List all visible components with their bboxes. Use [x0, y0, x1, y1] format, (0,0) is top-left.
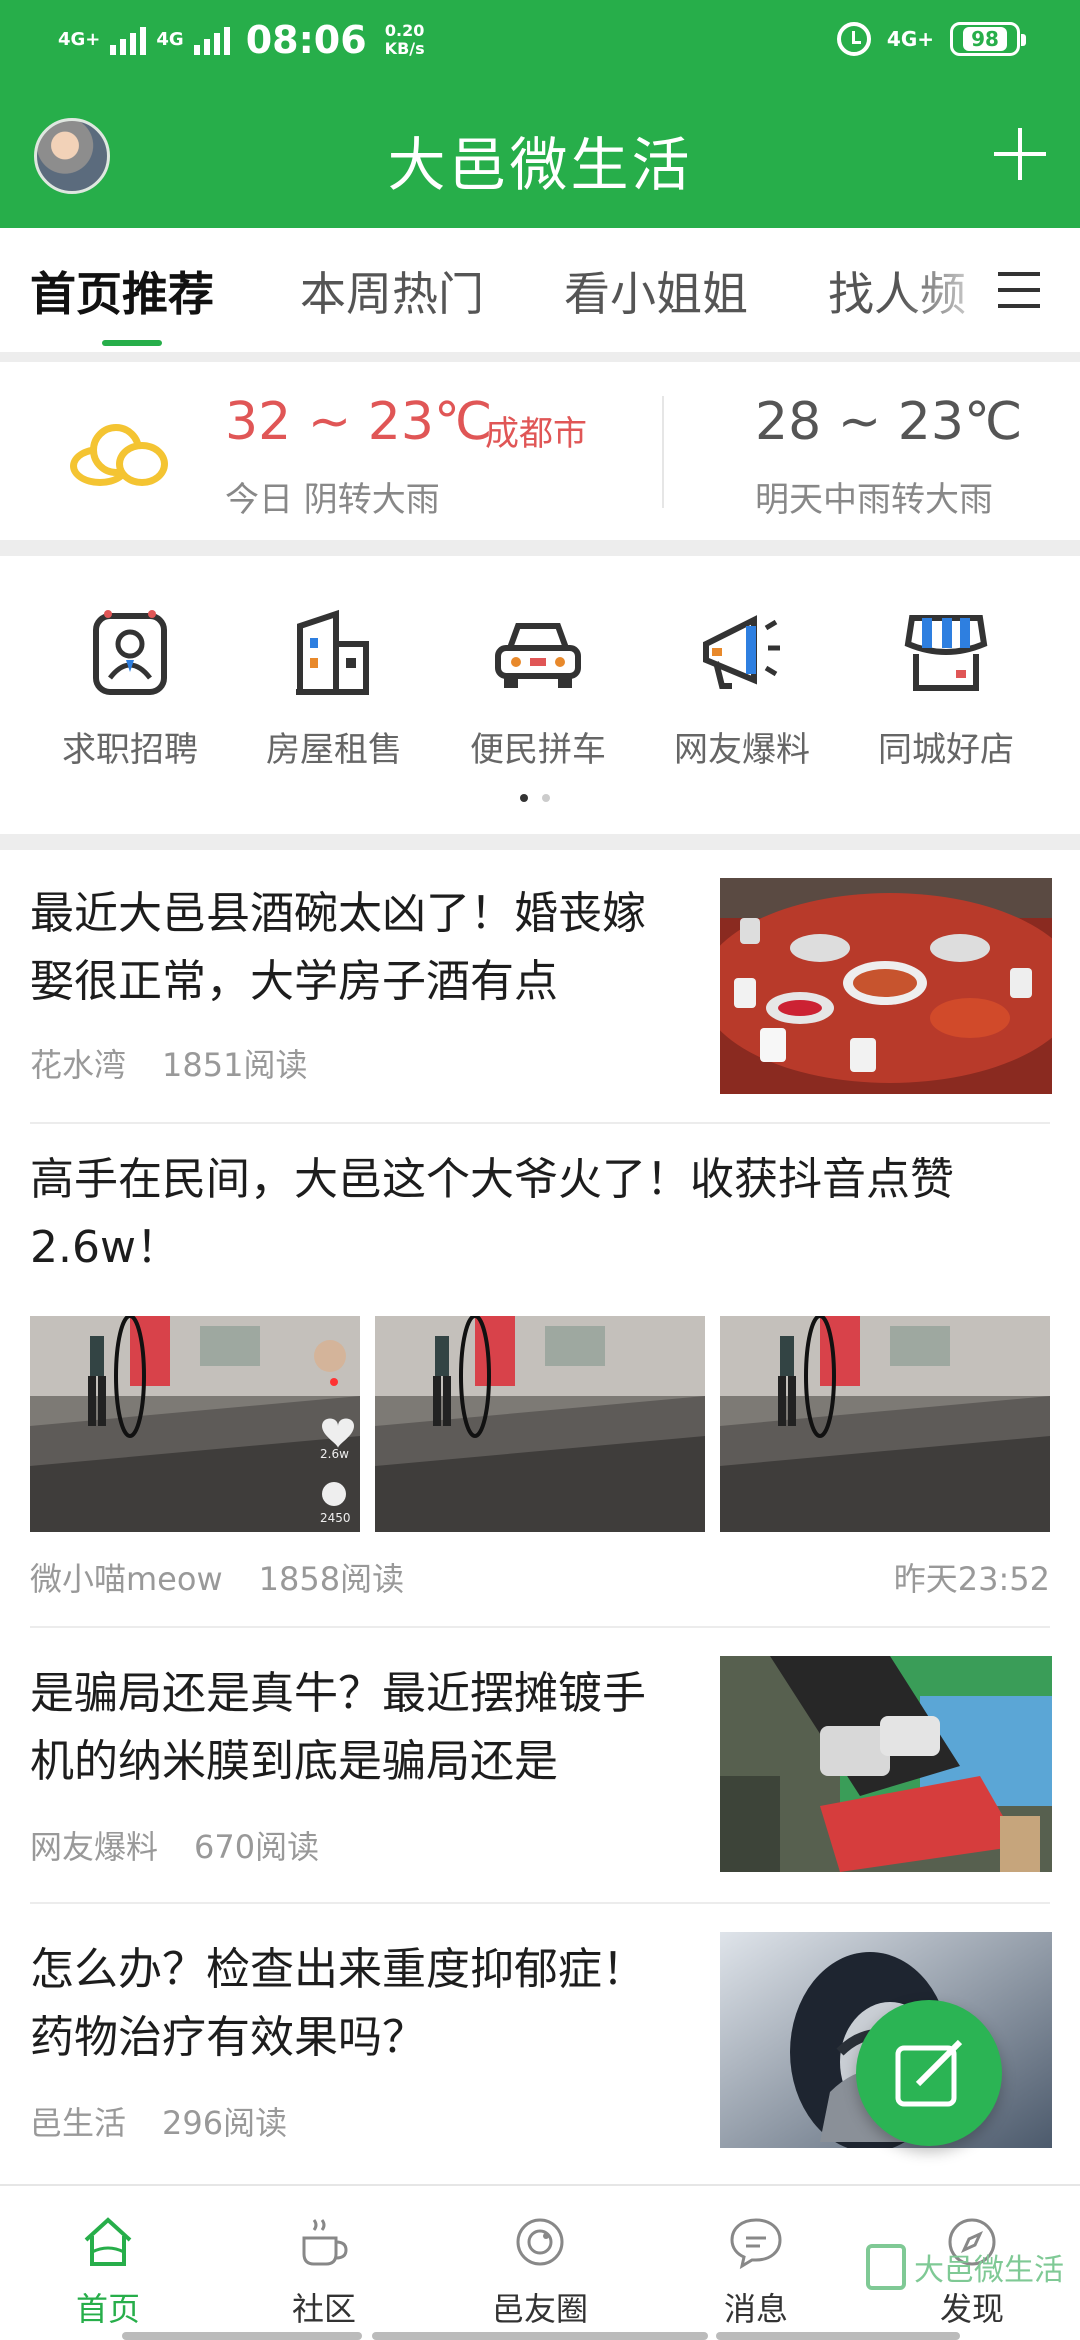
today-weather: 今日 阴转大雨: [225, 480, 440, 520]
article-thumbnail[interactable]: [375, 1316, 705, 1532]
car-icon: [490, 604, 586, 700]
quick-link-shops[interactable]: 同城好店: [846, 604, 1046, 771]
chat-icon: [728, 2214, 784, 2270]
article-author: 花水湾: [30, 1046, 127, 1084]
cloudy-icon: [70, 420, 168, 486]
article-reads: 1851阅读: [162, 1046, 308, 1084]
quick-links: 求职招聘 房屋租售 便民拼车 网友爆料 同城好店: [0, 556, 1080, 834]
divider: [30, 1902, 1050, 1904]
article-title: 高手在民间，大邑这个大爷火了！收获抖音点赞2.6w！: [30, 1154, 954, 1273]
nav-label: 首页: [75, 2290, 140, 2328]
article-thumbnail[interactable]: 2.6w 2450: [30, 1316, 360, 1532]
article-feed: 最近大邑县酒碗太凶了！婚丧嫁娶很正常，大学房子酒有点 花水湾 1851阅读 高手在…: [0, 850, 1080, 2184]
quick-link-label: 便民拼车: [470, 730, 606, 770]
article-title: 最近大邑县酒碗太凶了！婚丧嫁娶很正常，大学房子酒有点: [30, 888, 646, 1007]
article-thumbnail[interactable]: [720, 1316, 1050, 1532]
battery-icon: 98: [950, 22, 1026, 56]
home-icon: [80, 2214, 136, 2270]
quick-link-label: 房屋租售: [266, 730, 402, 770]
quick-link-reports[interactable]: 网友爆料: [642, 604, 842, 771]
building-icon: [286, 604, 382, 700]
tab-indicator: [102, 340, 162, 346]
job-icon: [82, 604, 178, 700]
watermark: 大邑微生活: [866, 2244, 1064, 2290]
status-bar: 4G+ 4G 08:06 0.20 KB/s 4G+ 98: [0, 0, 1080, 84]
tab-home-recommend[interactable]: 首页推荐: [30, 258, 214, 324]
article-reads: 1858阅读: [258, 1560, 405, 1598]
nav-label: 消息: [723, 2290, 788, 2328]
megaphone-icon: [694, 604, 790, 700]
article-item[interactable]: 最近大邑县酒碗太凶了！婚丧嫁娶很正常，大学房子酒有点 花水湾 1851阅读: [30, 880, 670, 1086]
divider: [662, 396, 664, 508]
article-meta-row: 微小喵meow 1858阅读 昨天23:52: [30, 1554, 1050, 1600]
article-reads: 670阅读: [194, 1828, 320, 1866]
article-meta: 网友爆料 670阅读: [30, 1822, 670, 1868]
compose-button[interactable]: [856, 2000, 1002, 2146]
comments-count: 2450: [320, 1511, 351, 1525]
gesture-bar: [716, 2332, 960, 2340]
article-item[interactable]: 高手在民间，大邑这个大爷火了！收获抖音点赞2.6w！: [30, 1146, 1050, 1282]
weather-card[interactable]: 32 ~ 23℃ 成都市 今日 阴转大雨 28 ~ 23℃ 明天中雨转大雨: [0, 362, 1080, 540]
quick-link-label: 网友爆料: [674, 730, 810, 770]
alarm-icon: [836, 22, 871, 56]
menu-icon[interactable]: [998, 272, 1040, 308]
article-author: 微小喵meow: [30, 1560, 223, 1598]
nav-label: 社区: [291, 2290, 356, 2328]
tab-girls[interactable]: 看小姐姐: [564, 258, 748, 324]
camera-lens-icon: [512, 2214, 568, 2270]
nav-circle[interactable]: 邑友圈: [460, 2214, 620, 2330]
signal-icon: [193, 25, 230, 55]
add-icon[interactable]: [992, 126, 1048, 182]
likes-count: 2.6w: [320, 1447, 349, 1461]
store-icon: [898, 604, 994, 700]
tab-weekly-hot[interactable]: 本周热门: [300, 258, 484, 324]
signal-icon: [110, 25, 147, 55]
network-indicator-3: 4G+: [886, 27, 934, 51]
coffee-icon: [296, 2214, 352, 2270]
divider: [30, 1122, 1050, 1124]
nav-label: 发现: [939, 2290, 1004, 2328]
today-temperature: 32 ~ 23℃: [225, 392, 493, 452]
quick-link-jobs[interactable]: 求职招聘: [30, 604, 230, 771]
gesture-bar: [122, 2332, 362, 2340]
article-meta: 花水湾 1851阅读: [30, 1040, 670, 1086]
watermark-logo-icon: [866, 2244, 906, 2290]
network-indicator-2: 4G: [156, 29, 184, 50]
tomorrow-weather: 明天中雨转大雨: [755, 480, 993, 520]
article-thumbnail[interactable]: [720, 878, 1052, 1094]
nav-community[interactable]: 社区: [244, 2214, 404, 2330]
quick-link-carpool[interactable]: 便民拼车: [438, 604, 638, 771]
article-author: 邑生活: [30, 2104, 127, 2142]
category-tabs: 首页推荐 本周热门 看小姐姐 找人频: [0, 228, 1080, 352]
page-indicator: [520, 794, 550, 802]
quick-link-label: 求职招聘: [62, 730, 198, 770]
network-indicator-1: 4G+: [58, 29, 101, 50]
nav-messages[interactable]: 消息: [676, 2214, 836, 2330]
gesture-bar: [372, 2332, 708, 2340]
nav-label: 邑友圈: [491, 2290, 588, 2328]
page-title: 大邑微生活: [387, 131, 693, 199]
tab-fade: [900, 228, 1000, 352]
article-thumbnail[interactable]: [720, 1656, 1052, 1872]
status-time: 08:06: [245, 18, 367, 62]
article-author: 网友爆料: [30, 1828, 159, 1866]
quick-link-housing[interactable]: 房屋租售: [234, 604, 434, 771]
article-meta: 邑生活 296阅读: [30, 2098, 670, 2144]
article-meta: 微小喵meow 1858阅读 昨天23:52: [30, 1554, 1050, 1600]
article-item[interactable]: 怎么办？检查出来重度抑郁症！药物治疗有效果吗？ 邑生活 296阅读: [30, 1936, 670, 2144]
network-speed: 0.20 KB/s: [384, 21, 425, 58]
article-title: 怎么办？检查出来重度抑郁症！药物治疗有效果吗？: [30, 1944, 646, 2063]
edit-icon: [895, 2039, 963, 2107]
article-reads: 296阅读: [162, 2104, 288, 2142]
quick-link-label: 同城好店: [878, 730, 1014, 770]
article-time: 昨天23:52: [893, 1560, 1050, 1598]
article-item[interactable]: 是骗局还是真牛？最近摆摊镀手机的纳米膜到底是骗局还是 网友爆料 670阅读: [30, 1660, 670, 1868]
tomorrow-temperature: 28 ~ 23℃: [755, 392, 1023, 452]
header-bar: 4G+ 4G 08:06 0.20 KB/s 4G+ 98 大邑微生活: [0, 0, 1080, 228]
nav-home[interactable]: 首页: [28, 2214, 188, 2330]
article-title: 是骗局还是真牛？最近摆摊镀手机的纳米膜到底是骗局还是: [30, 1668, 646, 1787]
city-name: 成都市: [485, 414, 587, 454]
divider: [30, 1626, 1050, 1628]
